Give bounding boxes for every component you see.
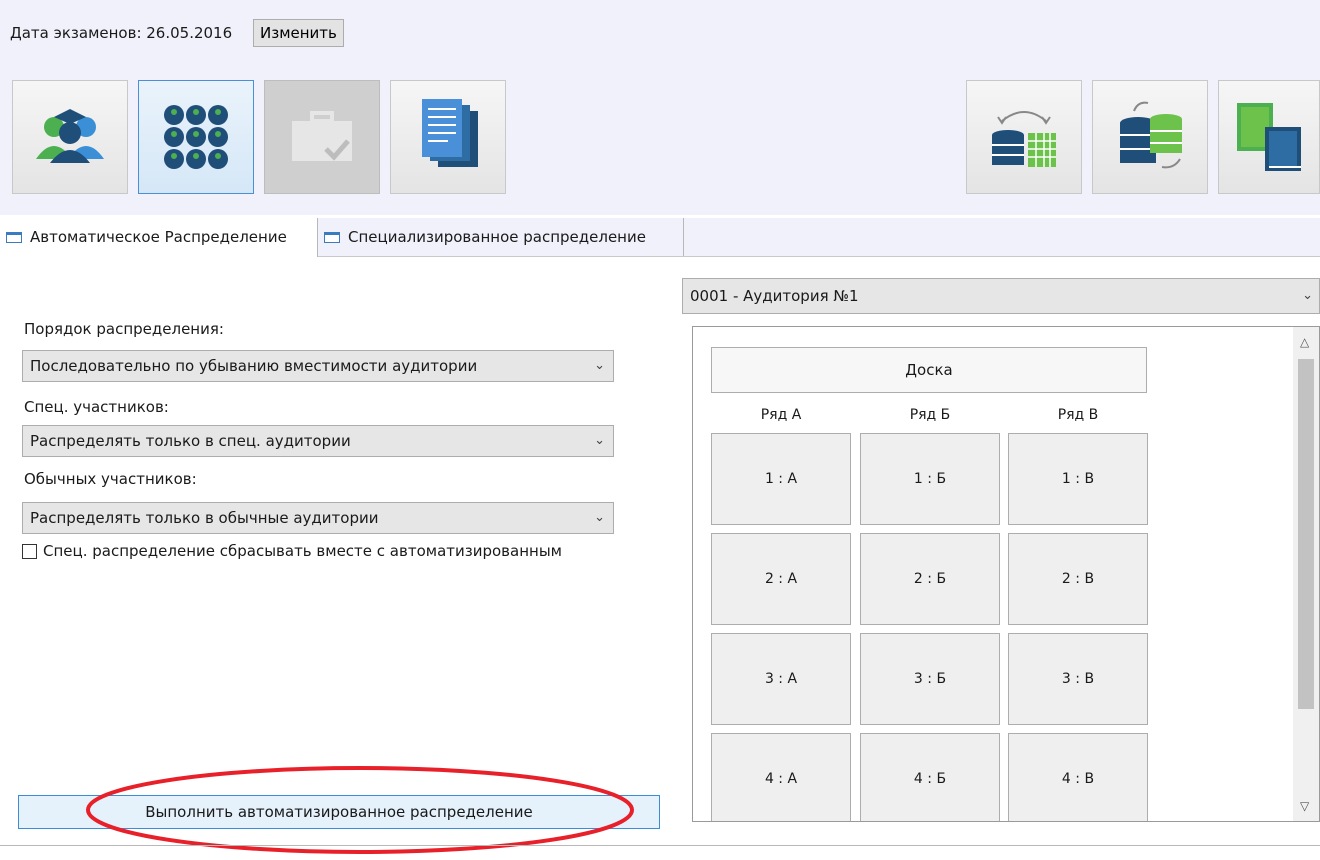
change-date-button[interactable]: Изменить [253,19,344,47]
seat-1-v[interactable]: 1 : В [1008,433,1148,525]
database-building-icon [992,111,1056,167]
room-layout-panel: Доска Ряд А Ряд Б Ряд В 1 : А 1 : Б 1 : … [692,326,1320,822]
seat-2-b[interactable]: 2 : Б [860,533,1000,625]
seat-2-a[interactable]: 2 : А [711,533,851,625]
special-participants-select[interactable]: Распределять только в спец. аудитории ⌄ [22,425,614,457]
auditorium-select-value: 0001 - Аудитория №1 [690,287,859,305]
seat-1-b[interactable]: 1 : Б [860,433,1000,525]
tab-specialized-label: Специализированное распределение [348,228,646,246]
reset-special-checkbox-label: Спец. распределение сбрасывать вместе с … [43,542,562,560]
seat-1-a[interactable]: 1 : А [711,433,851,525]
room-vertical-scrollbar[interactable]: △ ▽ [1293,327,1319,821]
regular-participants-value: Распределять только в обычные аудитории [30,509,379,527]
row-header-v: Ряд В [1057,407,1099,423]
tab-automatic-label: Автоматическое Распределение [30,228,287,246]
special-participants-value: Распределять только в спец. аудитории [30,432,351,450]
books-tool-button[interactable] [1218,80,1320,194]
regular-participants-label: Обычных участников: [24,470,197,488]
db-exchange-tool-button[interactable] [966,80,1082,194]
documents-tool-button[interactable] [390,80,506,194]
order-label: Порядок распределения: [24,320,224,338]
seat-2-v[interactable]: 2 : В [1008,533,1148,625]
seating-tool-button[interactable] [138,80,254,194]
regular-participants-select[interactable]: Распределять только в обычные аудитории … [22,502,614,534]
board-label: Доска [711,347,1147,393]
exam-date-label: Дата экзаменов: 26.05.2016 [10,24,233,42]
order-select[interactable]: Последовательно по убыванию вместимости … [22,350,614,382]
row-header-a: Ряд А [760,407,802,423]
reset-special-checkbox-row[interactable]: Спец. распределение сбрасывать вместе с … [22,542,562,560]
chevron-down-icon: ⌄ [594,358,605,373]
documents-icon [422,99,478,167]
bottom-divider [0,845,1320,846]
order-select-value: Последовательно по убыванию вместимости … [30,357,478,375]
database-sync-icon [1120,101,1182,169]
seat-4-a[interactable]: 4 : А [711,733,851,821]
scroll-up-icon[interactable]: △ [1300,335,1309,349]
books-icon [1237,103,1301,171]
db-sync-tool-button[interactable] [1092,80,1208,194]
briefcase-tool-button[interactable] [264,80,380,194]
chevron-down-icon: ⌄ [1302,288,1313,303]
row-header-b: Ряд Б [909,407,951,423]
seat-4-v[interactable]: 4 : В [1008,733,1148,821]
tab-specialized[interactable]: Специализированное распределение [318,218,684,256]
top-panel: Дата экзаменов: 26.05.2016 Изменить [0,0,1320,215]
seat-3-v[interactable]: 3 : В [1008,633,1148,725]
auditorium-select[interactable]: 0001 - Аудитория №1 ⌄ [682,278,1320,314]
run-automatic-distribution-button[interactable]: Выполнить автоматизированное распределен… [18,795,660,829]
window-icon [6,232,22,243]
reset-special-checkbox[interactable] [22,543,37,559]
users-icon [36,109,104,163]
special-participants-label: Спец. участников: [24,398,169,416]
seat-3-b[interactable]: 3 : Б [860,633,1000,725]
chevron-down-icon: ⌄ [594,510,605,525]
window-icon [324,232,340,243]
seats-grid-icon [164,105,228,169]
seat-3-a[interactable]: 3 : А [711,633,851,725]
tab-bar: Автоматическое Распределение Специализир… [0,218,1320,257]
scroll-down-icon[interactable]: ▽ [1300,799,1309,813]
scrollbar-thumb[interactable] [1298,359,1314,709]
participants-tool-button[interactable] [12,80,128,194]
seat-4-b[interactable]: 4 : Б [860,733,1000,821]
briefcase-check-icon [292,111,352,161]
chevron-down-icon: ⌄ [594,433,605,448]
tab-automatic[interactable]: Автоматическое Распределение [0,218,318,257]
